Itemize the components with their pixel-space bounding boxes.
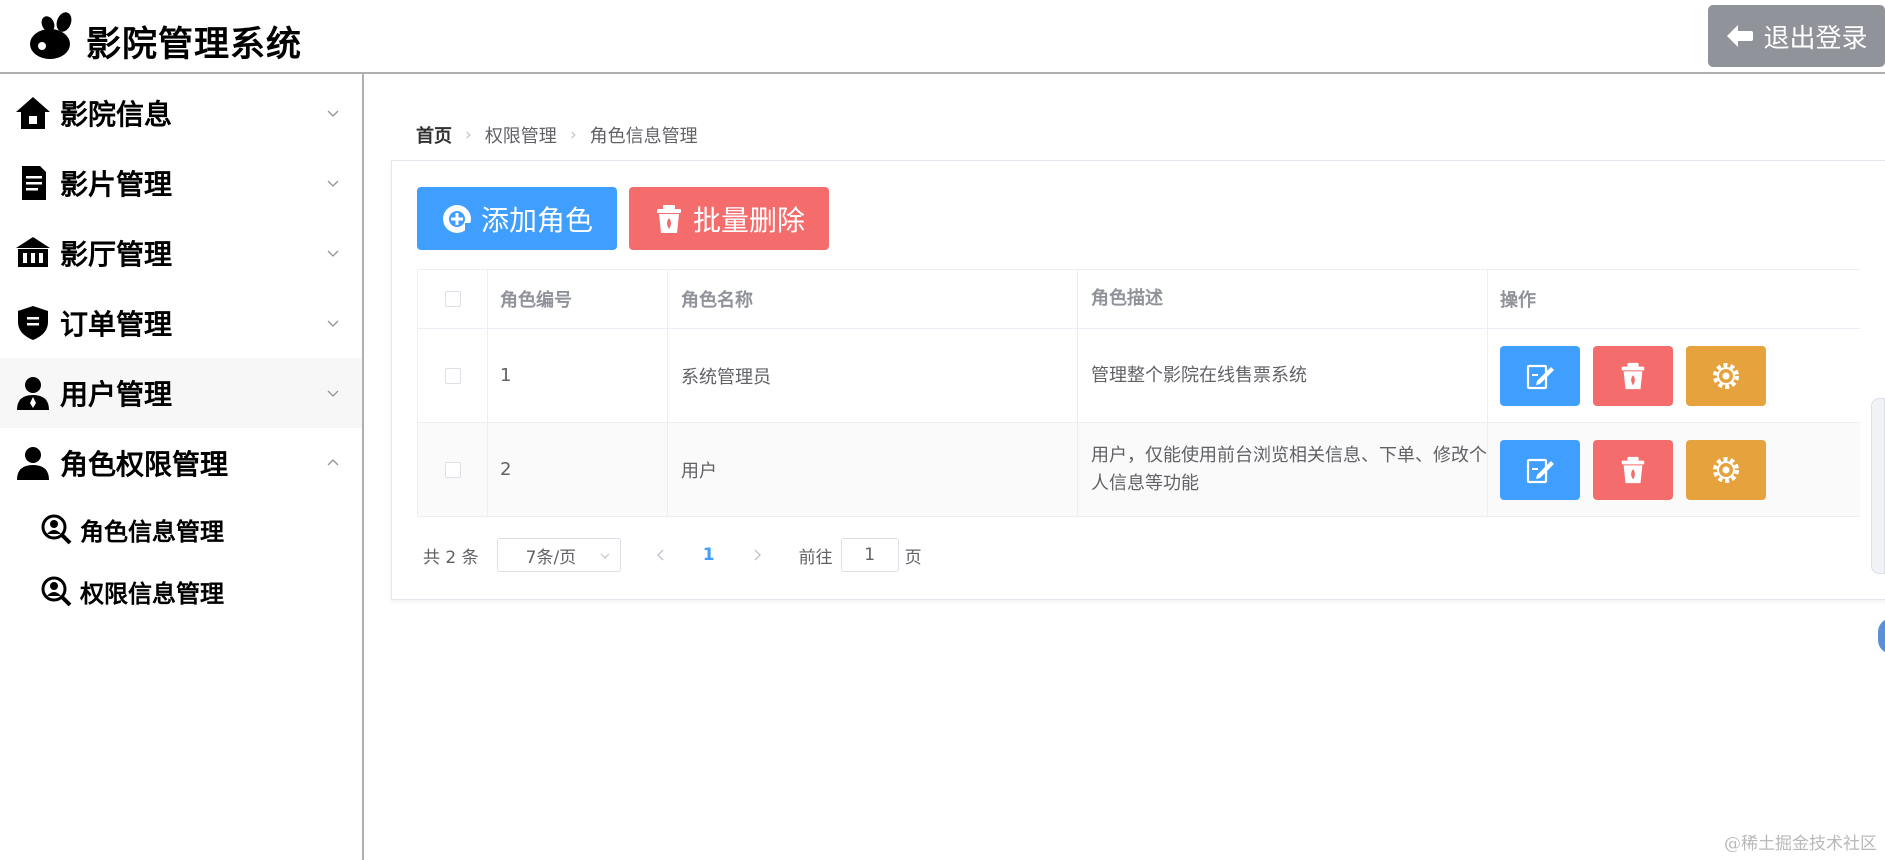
add-role-button[interactable]: 添加角色	[417, 187, 617, 250]
sidebar-item-users[interactable]: 用户管理	[0, 358, 362, 428]
watermark: @稀土掘金技术社区	[1724, 834, 1877, 854]
sidebar-item-hall[interactable]: 影厅管理	[0, 218, 362, 288]
row-checkbox[interactable]	[444, 461, 461, 478]
next-page-button[interactable]	[747, 548, 767, 562]
edit-button[interactable]	[1500, 345, 1580, 406]
row-checkbox[interactable]	[444, 367, 461, 384]
sidebar: 影院信息 影片管理 影厅管理 订单管理 用户管理 角色权限管理 角色信息管理 权…	[0, 74, 364, 860]
gear-icon	[1713, 362, 1739, 389]
chevron-down-icon	[327, 250, 339, 257]
cell-role-description: 管理整个影院在线售票系统	[1078, 329, 1488, 422]
search-user-icon	[41, 514, 72, 545]
chevron-up-icon	[327, 459, 339, 466]
sidebar-item-role-permission[interactable]: 角色权限管理	[0, 428, 362, 498]
table-row: 2 用户 用户，仅能使用前台浏览相关信息、下单、修改个人信息等功能	[418, 423, 1860, 517]
column-header-name: 角色名称	[668, 270, 1078, 328]
breadcrumb-separator: ›	[465, 125, 472, 145]
floating-action-button[interactable]	[1878, 618, 1885, 654]
breadcrumb-role-info: 角色信息管理	[589, 126, 698, 147]
sidebar-item-movie[interactable]: 影片管理	[0, 148, 362, 218]
breadcrumb-home[interactable]: 首页	[416, 122, 452, 148]
bank-icon	[16, 237, 50, 267]
goto-label: 前往	[798, 547, 833, 568]
cell-role-description: 用户，仅能使用前台浏览相关信息、下单、修改个人信息等功能	[1078, 423, 1488, 516]
sidebar-item-label: 角色权限管理	[60, 448, 229, 481]
goto-page-input[interactable]	[840, 538, 899, 572]
pagination: 共 2 条 7条/页 1 前往 页	[423, 537, 922, 573]
logout-label: 退出登录	[1763, 23, 1868, 54]
row-select-cell	[418, 329, 488, 422]
floating-side-widget[interactable]	[1871, 398, 1885, 574]
column-header-actions: 操作	[1500, 290, 1536, 311]
cell-actions	[1488, 423, 1860, 516]
prev-page-button[interactable]	[651, 548, 671, 562]
breadcrumb-permission: 权限管理	[484, 126, 557, 147]
gear-icon	[1713, 456, 1739, 483]
app-title: 影院管理系统	[86, 25, 303, 65]
sidebar-item-label: 用户管理	[60, 378, 173, 411]
settings-button[interactable]	[1686, 345, 1766, 406]
role-table: 角色编号 角色名称 角色描述 操作 1 系统管理员 管理整个影院在线售票系统 2…	[417, 269, 1860, 517]
logo-icon	[30, 12, 72, 59]
column-header-description: 角色描述	[1078, 270, 1488, 328]
sidebar-item-label: 影厅管理	[60, 238, 173, 271]
breadcrumb-separator: ›	[569, 125, 577, 145]
delete-button[interactable]	[1593, 439, 1673, 500]
batch-delete-button[interactable]: 批量删除	[629, 187, 829, 250]
trash-icon	[1621, 456, 1645, 483]
user-icon	[17, 447, 49, 480]
chevron-down-icon	[327, 110, 339, 117]
header-select-cell	[418, 270, 488, 328]
edit-icon	[1526, 458, 1554, 483]
breadcrumb: 首页 › 权限管理 › 角色信息管理	[416, 122, 698, 148]
settings-button[interactable]	[1686, 439, 1766, 500]
chevron-down-icon	[327, 180, 339, 187]
sidebar-item-label: 影片管理	[60, 168, 173, 201]
sidebar-item-orders[interactable]: 订单管理	[0, 288, 362, 358]
edit-icon	[1526, 364, 1554, 389]
select-all-checkbox[interactable]	[444, 291, 461, 307]
goto-suffix: 页	[904, 547, 922, 568]
page-size-value: 7条/页	[525, 547, 577, 568]
user-icon	[17, 377, 49, 410]
search-user-icon	[41, 576, 72, 607]
delete-button[interactable]	[1593, 345, 1673, 406]
cell-role-name: 用户	[668, 423, 1078, 516]
sidebar-subitem-label: 角色信息管理	[80, 517, 224, 546]
chevron-down-icon	[600, 553, 610, 559]
trash-icon	[656, 204, 681, 233]
chevron-down-icon	[327, 320, 339, 327]
cell-role-name: 系统管理员	[668, 329, 1078, 422]
shield-icon	[18, 306, 48, 340]
cell-role-id: 2	[488, 423, 668, 516]
table-header-row: 角色编号 角色名称 角色描述 操作	[418, 270, 1860, 329]
edit-button[interactable]	[1500, 439, 1580, 500]
chevron-left-icon	[656, 549, 664, 561]
chevron-right-icon	[754, 549, 761, 561]
chevron-down-icon	[327, 390, 339, 397]
trash-icon	[1621, 362, 1645, 389]
plus-circle-icon	[442, 204, 473, 233]
sidebar-item-cinema-info[interactable]: 影院信息	[0, 78, 362, 148]
top-header: 影院管理系统 退出登录	[0, 0, 1885, 74]
document-icon	[22, 166, 46, 200]
back-arrow-icon	[1727, 25, 1754, 47]
batch-delete-label: 批量删除	[692, 203, 805, 237]
add-role-label: 添加角色	[480, 203, 593, 237]
column-header-id: 角色编号	[488, 270, 668, 328]
row-select-cell	[418, 423, 488, 516]
cell-actions	[1488, 329, 1860, 422]
cell-role-id: 1	[488, 329, 668, 422]
sidebar-subitem-role-info[interactable]: 角色信息管理	[0, 499, 362, 559]
sidebar-subitem-permission-info[interactable]: 权限信息管理	[0, 561, 362, 621]
sidebar-item-label: 影院信息	[60, 98, 173, 131]
page-size-select[interactable]: 7条/页	[496, 538, 621, 572]
home-icon	[16, 97, 50, 129]
logout-button[interactable]: 退出登录	[1708, 5, 1885, 67]
pagination-total: 共 2 条	[423, 547, 479, 568]
table-row: 1 系统管理员 管理整个影院在线售票系统	[418, 329, 1860, 423]
page-number-current[interactable]: 1	[699, 545, 719, 565]
sidebar-subitem-label: 权限信息管理	[80, 579, 224, 608]
sidebar-item-label: 订单管理	[60, 308, 173, 341]
